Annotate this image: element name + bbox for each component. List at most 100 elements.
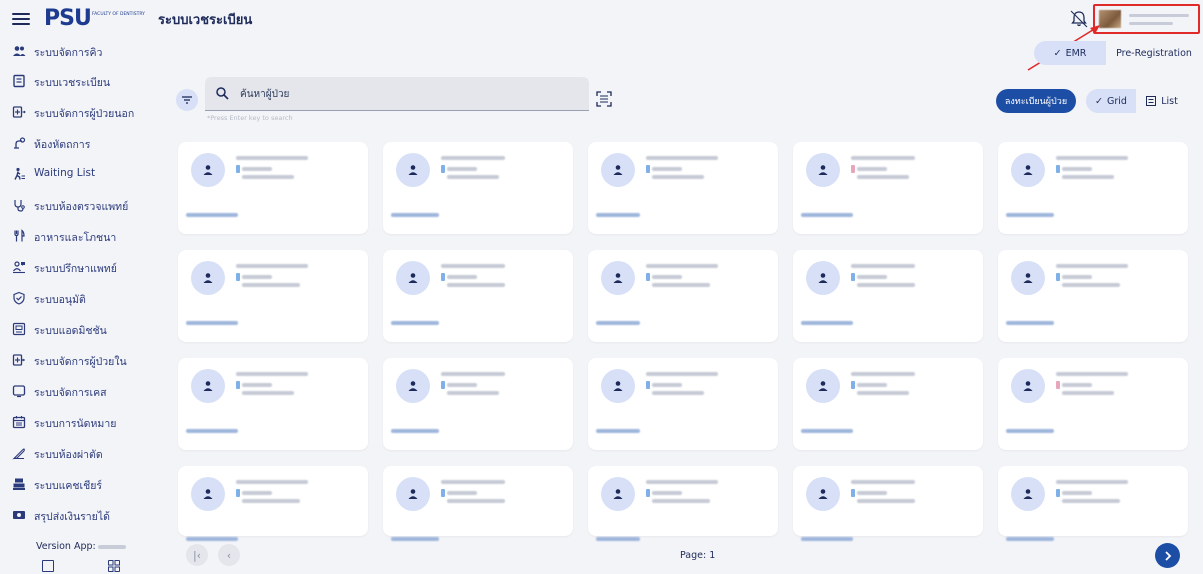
patient-name-redacted — [1056, 156, 1128, 160]
sidebar-item-medical-record[interactable]: ระบบเวชระเบียน — [0, 69, 165, 95]
patient-avatar — [806, 369, 840, 403]
patient-card[interactable] — [998, 250, 1188, 342]
list-icon — [1146, 96, 1157, 106]
patient-name-redacted — [441, 372, 505, 376]
psu-logo[interactable]: PSU FACULTY OF DENTISTRY — [44, 6, 150, 32]
patient-card[interactable] — [383, 466, 573, 541]
user-role-redacted — [1129, 22, 1173, 25]
person-icon — [818, 489, 828, 499]
patient-card[interactable] — [383, 250, 573, 342]
patient-avatar — [601, 477, 635, 511]
patient-info-redacted — [652, 175, 704, 179]
patient-avatar — [191, 261, 225, 295]
patient-card[interactable] — [998, 358, 1188, 450]
patient-id-redacted — [652, 275, 682, 279]
patient-card[interactable] — [178, 250, 368, 342]
status-tag — [441, 273, 445, 281]
patient-hn-redacted — [391, 213, 439, 217]
patient-card[interactable] — [383, 142, 573, 234]
patient-card[interactable] — [998, 142, 1188, 234]
mode-preregistration-button[interactable]: Pre-Registration — [1106, 41, 1202, 65]
patient-card[interactable] — [588, 466, 778, 541]
patient-card[interactable] — [793, 358, 983, 450]
list-view-button[interactable]: List — [1137, 89, 1187, 113]
patient-info-redacted — [447, 499, 505, 503]
outpatient-icon — [12, 106, 26, 118]
register-patient-button[interactable]: ลงทะเบียนผู้ป่วย — [996, 89, 1076, 113]
patient-hn-redacted — [801, 213, 853, 217]
sidebar-item-approval[interactable]: ระบบอนุมัติ — [0, 286, 165, 312]
sidebar-item-consult[interactable]: ระบบปรึกษาแพทย์ — [0, 255, 165, 281]
patient-avatar — [806, 153, 840, 187]
patient-hn-redacted — [391, 321, 439, 325]
first-page-button[interactable]: |‹ — [186, 544, 208, 566]
sidebar-item-food[interactable]: อาหารและโภชนา — [0, 224, 165, 250]
status-tag — [236, 165, 240, 173]
previous-page-button[interactable]: ‹ — [218, 544, 240, 566]
patient-avatar — [1011, 153, 1045, 187]
search-field[interactable] — [205, 77, 589, 111]
apps-grid-icon[interactable] — [108, 560, 120, 572]
logo-text: FACULTY OF DENTISTRY — [92, 12, 145, 17]
grid-view-button[interactable]: ✓ Grid — [1086, 89, 1136, 113]
patient-card[interactable] — [178, 358, 368, 450]
walking-icon — [14, 167, 25, 180]
patient-id-redacted — [242, 491, 272, 495]
patient-card[interactable] — [588, 358, 778, 450]
patient-name-redacted — [441, 156, 505, 160]
sidebar-item-label: ระบบปรึกษาแพทย์ — [34, 263, 117, 275]
sidebar-item-procedure-room[interactable]: ห้องหัตถการ — [0, 131, 165, 157]
patient-card[interactable] — [383, 358, 573, 450]
patient-card[interactable] — [178, 466, 368, 541]
sidebar-item-admission[interactable]: ระบบแอดมิชชัน — [0, 317, 165, 343]
sidebar-item-cashier[interactable]: ระบบแคชเชียร์ — [0, 472, 165, 498]
sidebar-item-label: ระบบการนัดหมาย — [34, 418, 117, 430]
status-tag — [646, 381, 650, 389]
filter-icon — [182, 96, 192, 104]
patient-card[interactable] — [793, 250, 983, 342]
patient-info-redacted — [447, 283, 505, 287]
filter-button[interactable] — [176, 89, 198, 111]
person-icon — [408, 381, 418, 391]
search-input[interactable] — [240, 85, 570, 103]
status-tag — [236, 381, 240, 389]
patient-hn-redacted — [186, 213, 238, 217]
patient-card[interactable] — [588, 250, 778, 342]
mode-toggle: ✓ EMR Pre-Registration — [1034, 41, 1202, 65]
patient-card[interactable] — [793, 142, 983, 234]
patient-info-redacted — [652, 283, 710, 287]
patient-name-redacted — [646, 156, 718, 160]
sidebar-item-label: สรุปส่งเงินรายได้ — [34, 511, 110, 523]
patient-card[interactable] — [588, 142, 778, 234]
sidebar-item-exam-room[interactable]: ระบบห้องตรวจแพทย์ — [0, 193, 165, 219]
patient-avatar — [601, 261, 635, 295]
patient-card[interactable] — [793, 466, 983, 541]
next-page-button[interactable] — [1155, 543, 1180, 568]
patient-card[interactable] — [178, 142, 368, 234]
patient-id-redacted — [447, 275, 477, 279]
sidebar-item-outpatient[interactable]: ระบบจัดการผู้ป่วยนอก — [0, 100, 165, 126]
shield-check-icon — [13, 291, 25, 305]
patient-card[interactable] — [998, 466, 1188, 541]
case-icon — [12, 385, 26, 398]
hamburger-icon[interactable] — [12, 10, 30, 28]
mode-emr-button[interactable]: ✓ EMR — [1034, 41, 1106, 65]
patient-info-redacted — [1062, 499, 1120, 503]
sidebar-item-queue[interactable]: ระบบจัดการคิว — [0, 39, 165, 65]
sidebar-item-appointment[interactable]: ระบบการนัดหมาย — [0, 410, 165, 436]
food-icon — [14, 229, 25, 242]
patient-id-redacted — [1062, 167, 1092, 171]
sidebar-item-inpatient[interactable]: ระบบจัดการผู้ป่วยใน — [0, 348, 165, 374]
scan-icon[interactable] — [596, 91, 612, 107]
check-icon: ✓ — [1095, 95, 1104, 107]
grid-view-label: Grid — [1107, 95, 1127, 107]
patient-hn-redacted — [801, 429, 853, 433]
window-icon[interactable] — [42, 560, 54, 572]
sidebar-item-operating-room[interactable]: ระบบห้องผ่าตัด — [0, 441, 165, 467]
sidebar-item-revenue[interactable]: สรุปส่งเงินรายได้ — [0, 503, 165, 529]
sidebar-item-waiting-list[interactable]: Waiting List — [0, 162, 165, 188]
status-tag — [851, 165, 855, 173]
sidebar-item-case[interactable]: ระบบจัดการเคส — [0, 379, 165, 405]
sidebar-item-label: ระบบเวชระเบียน — [34, 77, 111, 89]
patient-avatar — [191, 153, 225, 187]
